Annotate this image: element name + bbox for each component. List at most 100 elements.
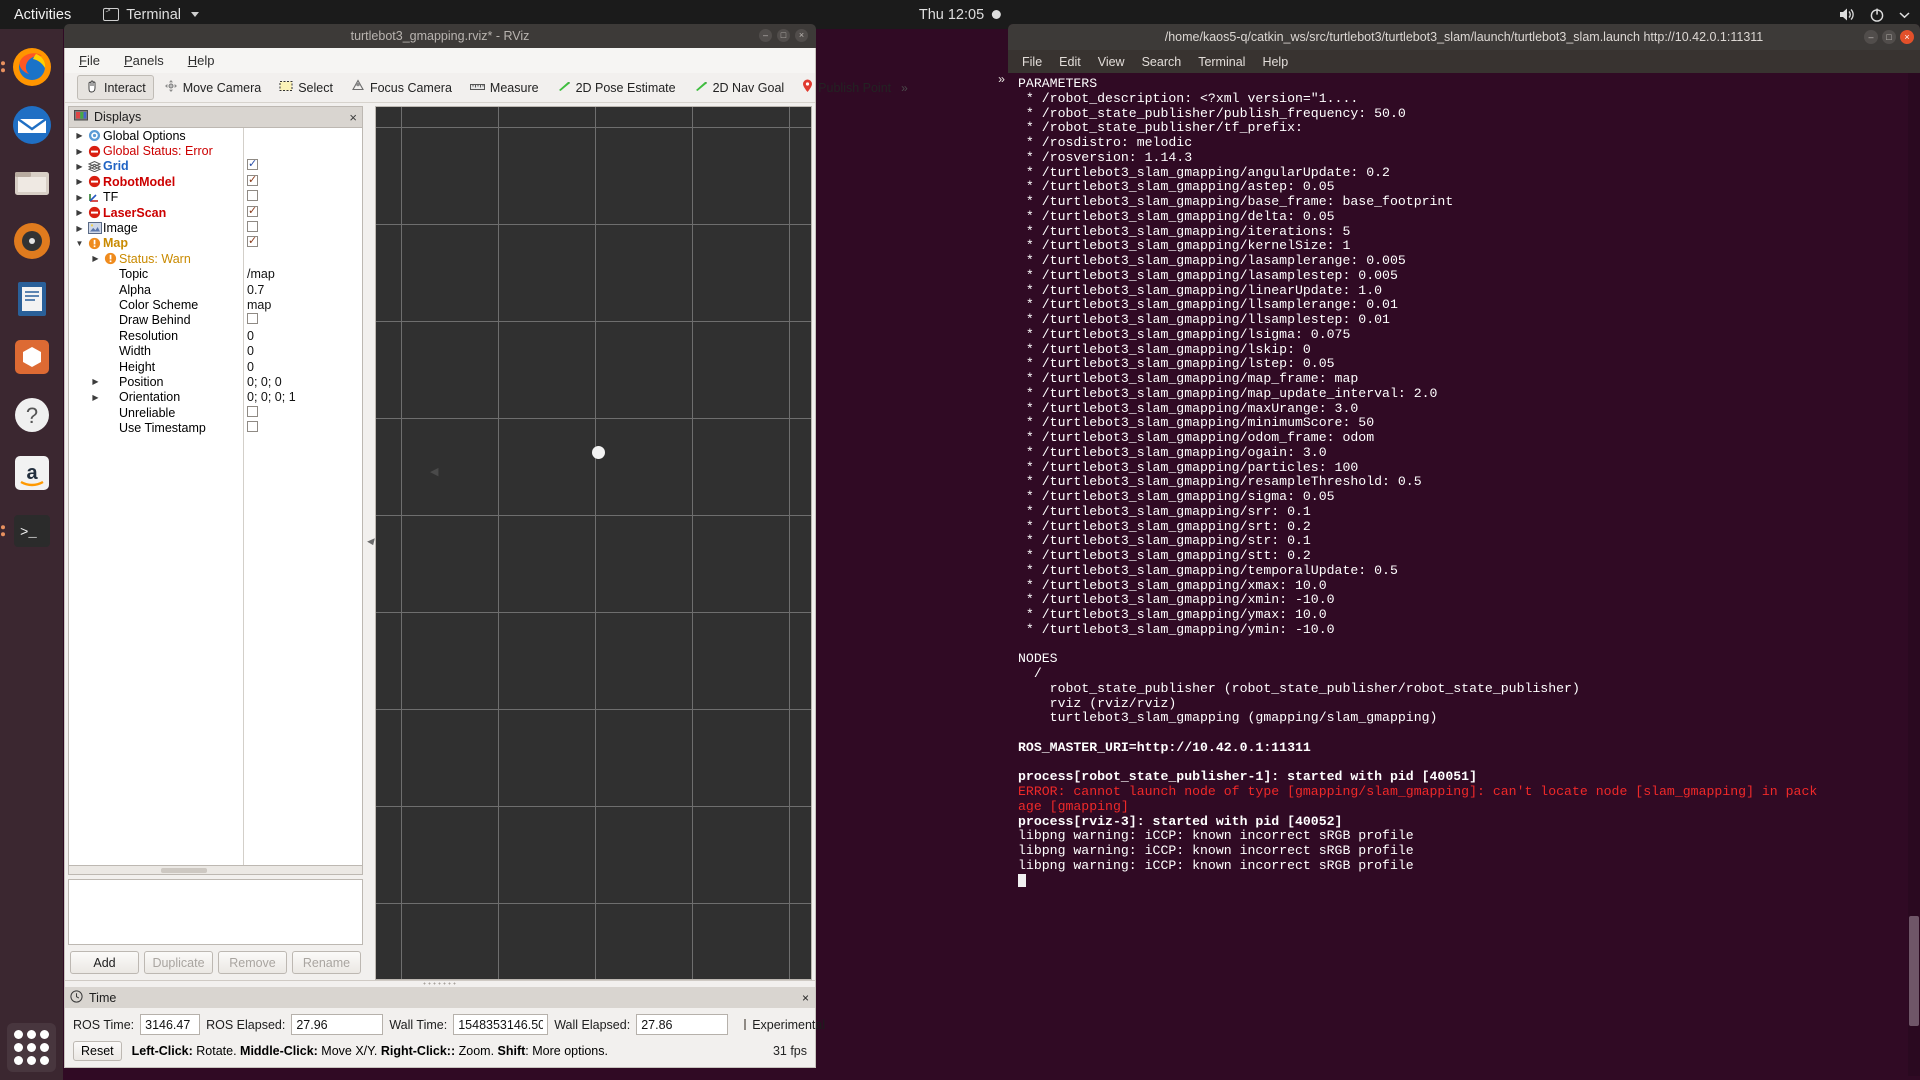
expand-arrow-icon[interactable]: ▶	[73, 208, 86, 217]
launcher-item-terminal[interactable]: >_	[1, 506, 56, 555]
display-row-tf[interactable]: ▶ TF	[69, 190, 362, 205]
display-row-global-options[interactable]: ▶ Global Options	[69, 128, 362, 143]
display-row-height[interactable]: Height 0	[69, 359, 362, 374]
launcher-item-libreoffice-writer[interactable]	[7, 274, 56, 323]
ros-elapsed-input[interactable]	[291, 1014, 384, 1035]
display-row-laserscan[interactable]: ▶ LaserScan	[69, 204, 362, 220]
tool-2d-nav-goal[interactable]: 2D Nav Goal	[686, 76, 793, 99]
close-icon[interactable]: ×	[802, 991, 809, 1005]
power-icon[interactable]	[1869, 7, 1885, 23]
display-row-position[interactable]: ▶ Position 0; 0; 0	[69, 374, 362, 389]
display-row-value[interactable]: /map	[244, 267, 362, 281]
selection-panel[interactable]	[68, 879, 363, 945]
displays-horizontal-scrollbar[interactable]	[68, 866, 363, 875]
expand-arrow-icon[interactable]: ▶	[89, 377, 102, 386]
launcher-item-firefox[interactable]	[1, 42, 56, 91]
display-row-value[interactable]	[244, 405, 362, 420]
display-row-value[interactable]	[244, 313, 362, 327]
display-row-value[interactable]: 0	[244, 360, 362, 374]
display-row-color-scheme[interactable]: Color Scheme map	[69, 297, 362, 312]
collapse-arrow-icon[interactable]: ▼	[73, 239, 86, 248]
close-icon[interactable]: ×	[349, 110, 357, 125]
rviz-3d-viewport[interactable]	[375, 106, 812, 980]
minimize-button[interactable]: –	[1864, 30, 1878, 44]
display-row-topic[interactable]: Topic/map	[69, 267, 362, 282]
launcher-item-files[interactable]	[7, 158, 56, 207]
display-row-grid[interactable]: ▶ Grid	[69, 157, 362, 174]
toolbar-overflow-button[interactable]: »	[901, 81, 912, 95]
system-tray[interactable]	[1838, 7, 1910, 23]
menu-file[interactable]: File	[79, 53, 100, 68]
close-button[interactable]: ×	[795, 29, 808, 42]
tool-2d-pose-estimate[interactable]: 2D Pose Estimate	[549, 76, 684, 99]
panel-splitter[interactable]: ◀	[365, 103, 375, 980]
display-row-value[interactable]	[244, 421, 362, 435]
launcher-item-help[interactable]: ?	[7, 390, 56, 439]
menu-file[interactable]: File	[1022, 55, 1042, 69]
expand-arrow-icon[interactable]: ▶	[73, 162, 86, 171]
display-row-map[interactable]: ▼ Map	[69, 234, 362, 251]
display-row-status-warn[interactable]: ▶ Status: Warn	[69, 251, 362, 266]
expand-arrow-icon[interactable]: ▶	[89, 393, 102, 402]
show-applications-button[interactable]	[7, 1023, 56, 1072]
expand-arrow-icon[interactable]: ▶	[73, 131, 86, 140]
display-row-value[interactable]	[244, 234, 362, 250]
close-button[interactable]: ×	[1900, 30, 1914, 44]
display-enable-checkbox[interactable]	[247, 204, 258, 217]
display-row-resolution[interactable]: Resolution 0	[69, 328, 362, 343]
display-row-unreliable[interactable]: Unreliable	[69, 405, 362, 420]
expand-arrow-icon[interactable]: ▶	[73, 193, 86, 202]
displays-tree[interactable]: ▶ Global Options ▶ Global Status: Error ▶ Gri…	[68, 127, 363, 866]
wall-elapsed-input[interactable]	[636, 1014, 729, 1035]
rviz-window-controls[interactable]: – □ ×	[759, 29, 808, 42]
tool-publish-point[interactable]: Publish Point	[794, 75, 899, 100]
display-row-draw-behind[interactable]: Draw Behind	[69, 313, 362, 328]
display-row-value[interactable]: 0	[244, 329, 362, 343]
ros-time-input[interactable]	[140, 1014, 201, 1035]
display-enable-checkbox[interactable]	[247, 173, 258, 186]
rviz-title-bar[interactable]: turtlebot3_gmapping.rviz* - RViz – □ ×	[64, 24, 816, 48]
launcher-item-rhythmbox[interactable]	[7, 216, 56, 265]
launcher-item-software[interactable]	[7, 332, 56, 381]
minimize-button[interactable]: –	[759, 29, 772, 42]
display-row-value[interactable]: 0	[244, 344, 362, 358]
display-row-value[interactable]	[244, 190, 362, 204]
volume-icon[interactable]	[1838, 7, 1855, 22]
display-row-value[interactable]: 0; 0; 0; 1	[244, 390, 362, 404]
wall-time-input[interactable]	[453, 1014, 549, 1035]
display-enable-checkbox[interactable]	[247, 405, 258, 417]
display-enable-checkbox[interactable]	[247, 190, 258, 202]
clock-area[interactable]: Thu 12:05	[919, 7, 1002, 23]
expand-arrow-icon[interactable]: ▶	[73, 147, 86, 156]
display-enable-checkbox[interactable]	[247, 221, 258, 233]
activities-button[interactable]: Activities	[0, 7, 85, 23]
menu-help[interactable]: Help	[188, 53, 215, 68]
menu-view[interactable]: View	[1098, 55, 1125, 69]
reset-button[interactable]: Reset	[73, 1041, 122, 1061]
tool-select[interactable]: Select	[271, 76, 341, 99]
display-row-global-status-error[interactable]: ▶ Global Status: Error	[69, 143, 362, 158]
display-enable-checkbox[interactable]	[247, 157, 258, 171]
display-enable-checkbox[interactable]	[247, 234, 258, 248]
expand-arrow-icon[interactable]: ▶	[73, 224, 86, 233]
experimental-checkbox[interactable]	[744, 1019, 747, 1030]
add-display-button[interactable]: Add	[70, 951, 139, 974]
display-row-value[interactable]: 0.7	[244, 283, 362, 297]
menu-panels[interactable]: Panels	[124, 53, 164, 68]
terminal-output[interactable]: PARAMETERS * /robot_description: <?xml v…	[1008, 73, 1920, 1076]
tool-move-camera[interactable]: Move Camera	[156, 75, 270, 100]
display-row-value[interactable]	[244, 204, 362, 220]
tool-measure[interactable]: Measure	[462, 77, 547, 99]
display-row-width[interactable]: Width 0	[69, 343, 362, 358]
display-row-alpha[interactable]: Alpha 0.7	[69, 282, 362, 297]
display-row-orientation[interactable]: ▶ Orientation 0; 0; 0; 1	[69, 390, 362, 405]
app-menu-button[interactable]: Terminal	[103, 6, 200, 23]
tool-interact[interactable]: Interact	[77, 75, 154, 100]
viewport-collapse-arrow-icon[interactable]: ◀	[430, 465, 438, 478]
menu-edit[interactable]: Edit	[1059, 55, 1081, 69]
expand-arrow-icon[interactable]: ▶	[89, 254, 102, 263]
display-row-image[interactable]: ▶ Image	[69, 220, 362, 235]
maximize-button[interactable]: □	[1882, 30, 1896, 44]
launcher-item-amazon[interactable]: a	[7, 448, 56, 497]
display-row-use-timestamp[interactable]: Use Timestamp	[69, 420, 362, 435]
